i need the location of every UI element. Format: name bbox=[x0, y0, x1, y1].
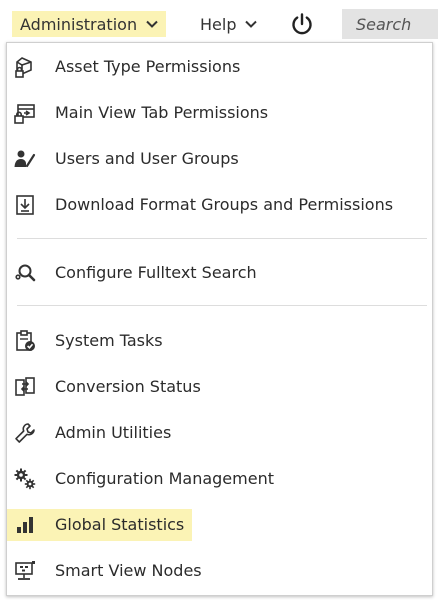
menu-item-admin-utilities[interactable]: Admin Utilities bbox=[7, 417, 432, 449]
menu-item-conversion-status[interactable]: Conversion Status bbox=[7, 371, 432, 403]
menu-item-label: Configuration Management bbox=[55, 469, 274, 488]
menu-item-label: Smart View Nodes bbox=[55, 561, 202, 580]
menu-item-download-format-groups[interactable]: Download Format Groups and Permissions bbox=[7, 189, 432, 221]
menu-item-label: Conversion Status bbox=[55, 377, 201, 396]
menu-item-label: Download Format Groups and Permissions bbox=[55, 195, 394, 214]
menu-item-label: Users and User Groups bbox=[55, 149, 239, 168]
menu-item-label: Admin Utilities bbox=[55, 423, 172, 442]
logout-button[interactable] bbox=[288, 10, 316, 38]
download-icon bbox=[13, 193, 37, 217]
menu-item-label: Main View Tab Permissions bbox=[55, 103, 269, 122]
power-icon bbox=[290, 12, 314, 36]
menu-item-users-and-user-groups[interactable]: Users and User Groups bbox=[7, 143, 432, 175]
menu-item-main-view-tab-permissions[interactable]: Main View Tab Permissions bbox=[7, 97, 432, 129]
chevron-down-icon bbox=[145, 17, 159, 31]
menu-item-system-tasks[interactable]: System Tasks bbox=[7, 325, 432, 357]
administration-menu-label: Administration bbox=[20, 14, 138, 34]
search-config-icon bbox=[13, 261, 37, 285]
help-menu-label: Help bbox=[200, 14, 237, 34]
administration-dropdown-menu: Asset Type Permissions Main View Tab Per… bbox=[6, 42, 433, 596]
search-input[interactable] bbox=[342, 9, 438, 39]
gears-icon bbox=[13, 467, 37, 491]
network-icon bbox=[13, 559, 37, 583]
administration-menu-button[interactable]: Administration bbox=[12, 11, 167, 37]
menu-item-label: Global Statistics bbox=[55, 515, 185, 534]
menu-item-asset-type-permissions[interactable]: Asset Type Permissions bbox=[7, 51, 432, 83]
tab-permissions-icon bbox=[13, 101, 37, 125]
chevron-down-icon bbox=[244, 17, 258, 31]
menu-item-global-statistics[interactable]: Global Statistics bbox=[7, 509, 192, 541]
asset-type-permissions-icon bbox=[13, 55, 37, 79]
wrench-icon bbox=[13, 421, 37, 445]
menu-divider bbox=[17, 238, 427, 239]
bar-chart-icon bbox=[13, 513, 37, 537]
users-icon bbox=[13, 147, 37, 171]
menu-item-configuration-management[interactable]: Configuration Management bbox=[7, 463, 432, 495]
menu-item-configure-fulltext-search[interactable]: Configure Fulltext Search bbox=[7, 257, 432, 289]
top-bar: Administration Help bbox=[0, 0, 438, 44]
menu-item-label: Asset Type Permissions bbox=[55, 57, 241, 76]
conversion-icon bbox=[13, 375, 37, 399]
menu-item-label: System Tasks bbox=[55, 331, 163, 350]
menu-divider bbox=[17, 305, 427, 306]
menu-item-smart-view-nodes[interactable]: Smart View Nodes bbox=[7, 555, 432, 587]
help-menu-button[interactable]: Help bbox=[196, 11, 262, 37]
clipboard-check-icon bbox=[13, 329, 37, 353]
menu-item-label: Configure Fulltext Search bbox=[55, 263, 257, 282]
